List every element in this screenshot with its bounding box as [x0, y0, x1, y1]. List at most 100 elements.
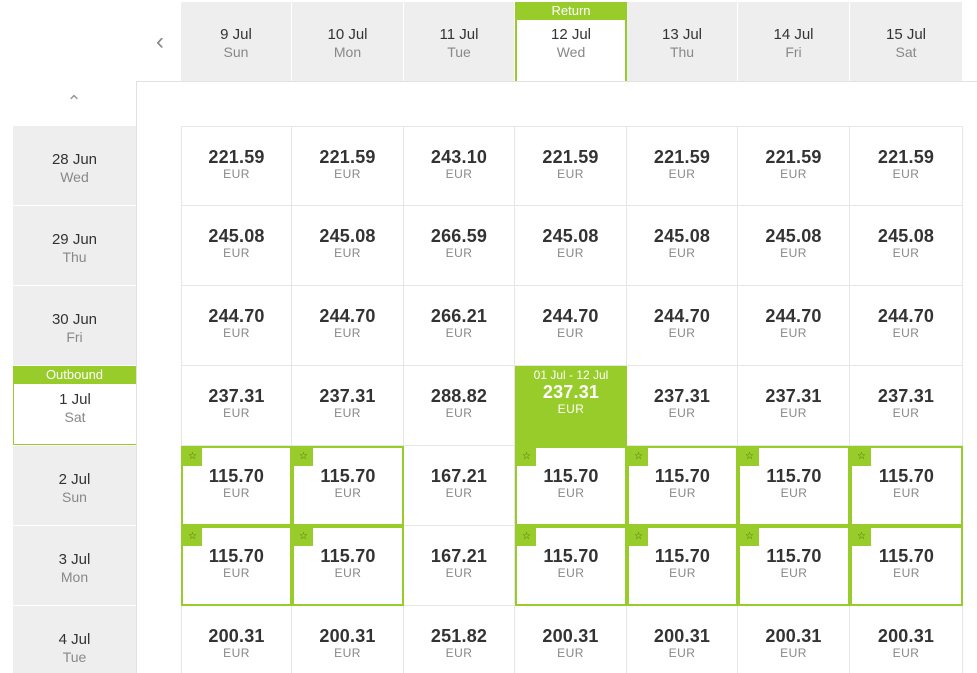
- outbound-date-7[interactable]: 4 Jul Tue: [13, 606, 136, 673]
- price-value: 200.31: [765, 626, 822, 646]
- return-day-label: Mon: [333, 44, 362, 60]
- price-cell[interactable]: ☆ 115.70 EUR: [515, 526, 627, 606]
- price-cell[interactable]: 244.70 EUR: [850, 286, 963, 366]
- return-date-7[interactable]: 15 Jul Sat: [850, 2, 962, 81]
- price-cell[interactable]: 237.31 EUR: [850, 366, 963, 446]
- price-value: 244.70: [653, 306, 711, 326]
- price-cell[interactable]: ☆ 115.70 EUR: [515, 446, 627, 526]
- selected-date-range: 01 Jul - 12 Jul: [533, 368, 609, 382]
- price-cell[interactable]: 237.31 EUR: [738, 366, 850, 446]
- currency-label: EUR: [557, 646, 584, 660]
- price-cell[interactable]: 237.31 EUR: [292, 366, 404, 446]
- price-cell[interactable]: 200.31 EUR: [292, 606, 404, 673]
- chevron-left-icon[interactable]: ‹: [150, 30, 170, 54]
- outbound-date-6[interactable]: 3 Jul Mon: [13, 526, 136, 605]
- price-cell[interactable]: 244.70 EUR: [292, 286, 404, 366]
- price-cell[interactable]: 221.59 EUR: [181, 126, 292, 206]
- price-cell[interactable]: ☆ 115.70 EUR: [850, 526, 963, 606]
- price-cell[interactable]: 200.31 EUR: [738, 606, 850, 673]
- price-cell[interactable]: 221.59 EUR: [627, 126, 738, 206]
- price-cell[interactable]: ☆ 115.70 EUR: [181, 446, 292, 526]
- return-date-6[interactable]: 14 Jul Fri: [738, 2, 849, 81]
- price-cell[interactable]: 200.31 EUR: [515, 606, 627, 673]
- price-value: 200.31: [208, 626, 265, 646]
- outbound-date-5[interactable]: 2 Jul Sun: [13, 446, 136, 525]
- selected-price-cell[interactable]: 01 Jul - 12 Jul 237.31 EUR: [515, 366, 627, 446]
- currency-label: EUR: [334, 326, 361, 340]
- price-value: 245.08: [877, 226, 935, 246]
- price-value: 200.31: [877, 626, 935, 646]
- currency-label: EUR: [334, 486, 362, 500]
- price-cell[interactable]: 221.59 EUR: [738, 126, 850, 206]
- price-cell[interactable]: 167.21 EUR: [404, 446, 515, 526]
- outbound-date-3[interactable]: 30 Jun Fri: [13, 286, 136, 365]
- price-cell[interactable]: 245.08 EUR: [292, 206, 404, 286]
- price-cell[interactable]: ☆ 115.70 EUR: [181, 526, 292, 606]
- currency-label: EUR: [780, 646, 807, 660]
- currency-label: EUR: [223, 486, 250, 500]
- price-cell[interactable]: 200.31 EUR: [181, 606, 292, 673]
- price-cell[interactable]: 167.21 EUR: [404, 526, 515, 606]
- currency-label: EUR: [780, 566, 808, 580]
- price-cell[interactable]: ☆ 115.70 EUR: [627, 446, 738, 526]
- return-day-label: Tue: [447, 44, 471, 60]
- currency-label: EUR: [445, 326, 473, 340]
- price-cell[interactable]: 200.31 EUR: [627, 606, 738, 673]
- currency-label: EUR: [892, 406, 920, 420]
- price-cell[interactable]: 245.08 EUR: [181, 206, 292, 286]
- outbound-date-label: 28 Jun: [51, 151, 98, 168]
- price-cell[interactable]: ☆ 115.70 EUR: [292, 446, 404, 526]
- currency-label: EUR: [445, 486, 473, 500]
- price-cell[interactable]: 244.70 EUR: [627, 286, 738, 366]
- price-cell[interactable]: 200.31 EUR: [850, 606, 963, 673]
- currency-label: EUR: [445, 246, 473, 260]
- price-value: 288.82: [430, 386, 488, 406]
- star-icon: ☆: [183, 448, 202, 466]
- price-value: 266.21: [430, 306, 488, 326]
- price-value: 245.08: [765, 226, 822, 246]
- price-value: 245.08: [208, 226, 265, 246]
- price-cell[interactable]: 245.08 EUR: [627, 206, 738, 286]
- price-cell[interactable]: ☆ 115.70 EUR: [627, 526, 738, 606]
- price-cell[interactable]: 266.59 EUR: [404, 206, 515, 286]
- return-date-3[interactable]: 11 Jul Tue: [404, 2, 514, 81]
- outbound-day-label: Tue: [62, 649, 87, 665]
- return-date-label: 9 Jul: [220, 26, 252, 43]
- price-cell[interactable]: 221.59 EUR: [292, 126, 404, 206]
- currency-label: EUR: [557, 566, 585, 580]
- outbound-date-2[interactable]: 29 Jun Thu: [13, 206, 136, 285]
- currency-label: EUR: [223, 167, 250, 181]
- price-cell[interactable]: 221.59 EUR: [515, 126, 627, 206]
- price-cell[interactable]: 237.31 EUR: [627, 366, 738, 446]
- price-cell[interactable]: 221.59 EUR: [850, 126, 963, 206]
- price-cell[interactable]: 243.10 EUR: [404, 126, 515, 206]
- currency-label: EUR: [557, 326, 584, 340]
- price-cell[interactable]: 251.82 EUR: [404, 606, 515, 673]
- price-cell[interactable]: ☆ 115.70 EUR: [292, 526, 404, 606]
- currency-label: EUR: [557, 246, 584, 260]
- price-cell[interactable]: ☆ 115.70 EUR: [850, 446, 963, 526]
- outbound-date-4[interactable]: Outbound 1 Jul Sat: [13, 366, 136, 445]
- price-cell[interactable]: 266.21 EUR: [404, 286, 515, 366]
- chevron-up-icon[interactable]: ⌃: [62, 92, 86, 112]
- return-date-4[interactable]: Return 12 Jul Wed: [515, 2, 627, 81]
- price-cell[interactable]: 244.70 EUR: [181, 286, 292, 366]
- outbound-date-1[interactable]: 28 Jun Wed: [13, 126, 136, 205]
- return-day-label: Thu: [669, 44, 695, 60]
- price-value: 221.59: [765, 147, 822, 167]
- currency-label: EUR: [780, 246, 807, 260]
- price-cell[interactable]: 244.70 EUR: [515, 286, 627, 366]
- return-date-1[interactable]: 9 Jul Sun: [181, 2, 291, 81]
- price-cell[interactable]: 244.70 EUR: [738, 286, 850, 366]
- price-cell[interactable]: ☆ 115.70 EUR: [738, 526, 850, 606]
- price-cell[interactable]: ☆ 115.70 EUR: [738, 446, 850, 526]
- price-cell[interactable]: 245.08 EUR: [738, 206, 850, 286]
- price-cell[interactable]: 245.08 EUR: [515, 206, 627, 286]
- return-date-5[interactable]: 13 Jul Thu: [627, 2, 737, 81]
- return-date-2[interactable]: 10 Jul Mon: [292, 2, 403, 81]
- price-cell[interactable]: 237.31 EUR: [181, 366, 292, 446]
- price-cell[interactable]: 288.82 EUR: [404, 366, 515, 446]
- currency-label: EUR: [223, 326, 250, 340]
- price-value: 237.31: [765, 386, 822, 406]
- price-cell[interactable]: 245.08 EUR: [850, 206, 963, 286]
